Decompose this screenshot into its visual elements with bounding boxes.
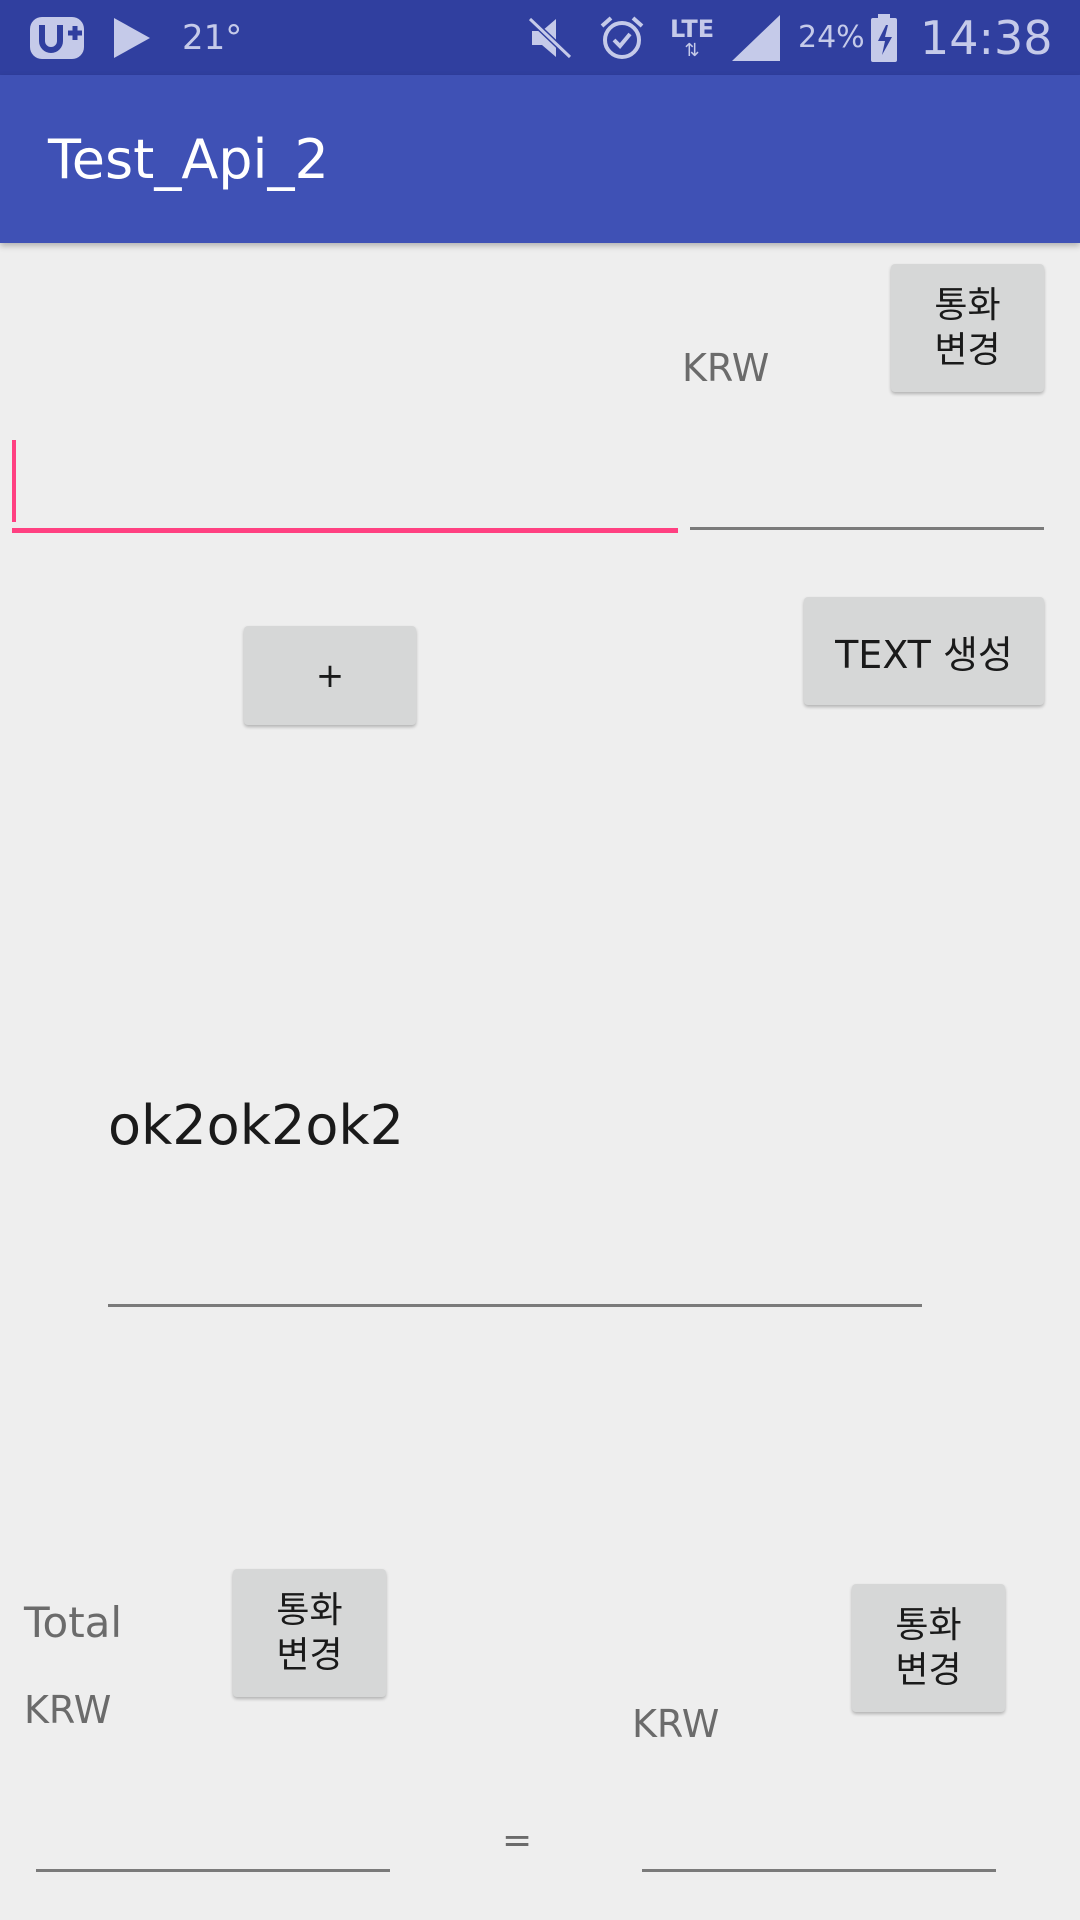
app-title: Test_Api_2	[48, 127, 329, 191]
total-amount-field[interactable]	[36, 1790, 390, 1872]
total-label: Total	[24, 1598, 123, 1647]
plus-button[interactable]: +	[244, 626, 416, 725]
signal-icon	[730, 0, 782, 75]
battery-charging-icon	[870, 0, 898, 75]
change-currency-button-left-label-2: 변경	[276, 1635, 343, 1676]
change-currency-button-left[interactable]: 통화 변경	[233, 1569, 386, 1697]
change-currency-button-top[interactable]: 통화 변경	[891, 264, 1044, 392]
generated-text: ok2ok2ok2	[108, 1094, 404, 1157]
total-currency-label: KRW	[24, 1688, 112, 1732]
change-currency-button-left-label-1: 통화	[276, 1590, 343, 1631]
amount-input-underline	[12, 528, 678, 533]
lte-data-icon: LTE ⇅	[670, 14, 715, 61]
change-currency-button-right-label-1: 통화	[895, 1605, 962, 1646]
alarm-icon	[598, 0, 646, 75]
generated-text-field[interactable]: ok2ok2ok2	[108, 1070, 922, 1310]
change-currency-button-right-label-2: 변경	[895, 1650, 962, 1691]
mute-icon	[526, 0, 574, 75]
converted-amount-field[interactable]	[690, 440, 1044, 534]
total-amount-underline	[36, 1869, 390, 1872]
change-currency-button-right[interactable]: 통화 변경	[852, 1584, 1005, 1712]
app-bar: Test_Api_2	[0, 75, 1080, 243]
battery-percent-text: 24%	[798, 20, 865, 55]
result-currency-label: KRW	[632, 1702, 720, 1746]
result-amount-field[interactable]	[642, 1790, 996, 1872]
generated-text-underline	[108, 1304, 922, 1307]
play-store-icon	[110, 0, 152, 75]
change-currency-button-top-label-2: 변경	[934, 330, 1001, 371]
temperature-text: 21°	[182, 17, 243, 58]
amount-input[interactable]	[12, 440, 678, 534]
clock-text: 14:38	[920, 10, 1053, 65]
status-bar: 21° LTE ⇅ 24% 14:38	[0, 0, 1080, 75]
converted-amount-underline	[690, 527, 1044, 530]
result-amount-underline	[642, 1869, 996, 1872]
change-currency-button-top-label-1: 통화	[934, 285, 1001, 326]
equals-sign: =	[502, 1820, 533, 1861]
text-generate-button[interactable]: TEXT 생성	[804, 597, 1044, 705]
u-plus-logo-icon	[28, 0, 90, 75]
text-cursor	[12, 440, 16, 522]
currency-label-top: KRW	[682, 346, 770, 390]
